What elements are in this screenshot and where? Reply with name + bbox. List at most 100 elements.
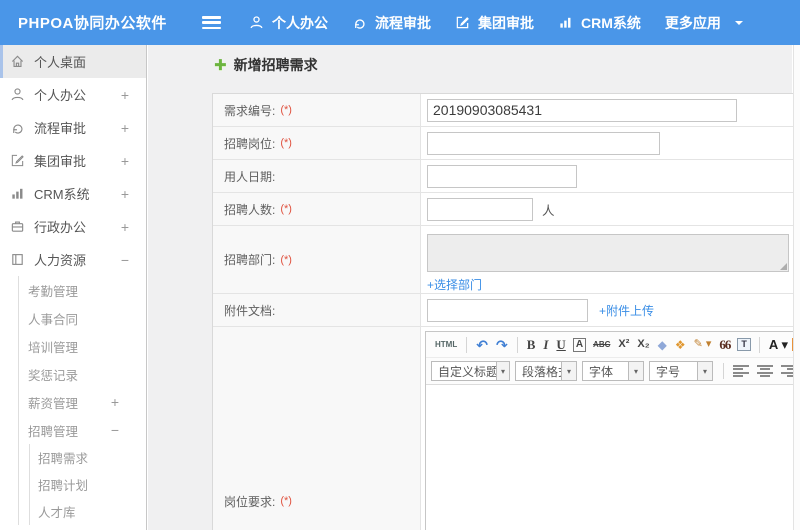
editor-remove-format-button[interactable]: ◆ xyxy=(654,339,671,351)
editor-paste-plain-button[interactable]: T xyxy=(737,338,751,351)
expand-icon[interactable]: + xyxy=(121,220,129,234)
position-input[interactable] xyxy=(427,131,660,155)
form-row-demand-no: 需求编号: (*) xyxy=(213,94,800,127)
form-row-requirements: 岗位要求: (*) HTML ↶ ↷ B I U A ABC X² X₂ ◆ ❖… xyxy=(213,327,800,530)
editor-italic-button[interactable]: I xyxy=(539,338,552,351)
editor-blockquote-button[interactable]: 66 xyxy=(715,338,734,351)
editor-source-code-button[interactable]: HTML xyxy=(431,340,461,349)
custom-heading-select[interactable]: 自定义标题 ▾ xyxy=(431,361,510,381)
sidebar-item-crm[interactable]: CRM系统 + xyxy=(0,177,146,210)
editor-toolbar-row2: 自定义标题 ▾ 段落格式 ▾ 字体 ▾ xyxy=(426,358,800,385)
editor-superscript-button[interactable]: X² xyxy=(614,339,633,350)
upload-attachment-link[interactable]: +附件上传 xyxy=(599,302,654,319)
expand-icon[interactable]: + xyxy=(111,395,119,409)
app-logo: PHPOA协同办公软件 xyxy=(18,15,167,32)
toolbar-separator xyxy=(516,336,518,353)
sidebar-item-label: 集团审批 xyxy=(34,154,87,169)
sidebar-item-attendance[interactable]: 考勤管理 xyxy=(19,276,146,304)
sidebar-item-training[interactable]: 培训管理 xyxy=(19,332,146,360)
sidebar-item-talent-pool[interactable]: 人才库 xyxy=(30,498,146,525)
field-label: 岗位要求: xyxy=(224,494,276,509)
nav-crm-system[interactable]: CRM系统 xyxy=(546,0,653,45)
nav-label: 集团审批 xyxy=(478,14,534,31)
sidebar-item-personal-office[interactable]: 个人办公 + xyxy=(0,78,146,111)
vertical-scrollbar[interactable] xyxy=(793,45,800,530)
editor-redo-button[interactable]: ↷ xyxy=(492,338,512,352)
expand-icon[interactable]: + xyxy=(121,187,129,201)
sidebar-item-salary[interactable]: 薪资管理 + xyxy=(19,388,146,416)
editor-undo-button[interactable]: ↶ xyxy=(472,338,492,352)
chevron-down-icon: ▾ xyxy=(495,362,509,380)
required-mark: (*) xyxy=(280,203,292,215)
sidebar-item-label: 个人办公 xyxy=(34,88,87,103)
expand-icon[interactable]: + xyxy=(121,154,129,168)
toolbar-separator xyxy=(758,336,760,353)
nav-personal-office[interactable]: 个人办公 xyxy=(237,0,340,45)
sidebar-item-rewards[interactable]: 奖惩记录 xyxy=(19,360,146,388)
select-department-link[interactable]: +选择部门 xyxy=(427,276,482,293)
editor-format-brush-button[interactable]: ❖ xyxy=(671,339,690,351)
editor-bold-button[interactable]: B xyxy=(523,338,540,351)
editor-scrawl-button[interactable]: ✎ ▾ xyxy=(690,339,716,350)
field-label: 用人日期: xyxy=(224,169,276,184)
headcount-input[interactable] xyxy=(427,197,533,221)
demand-no-input[interactable] xyxy=(427,98,737,122)
editor-font-color-button[interactable]: A ▾ xyxy=(765,338,792,351)
nav-more-apps[interactable]: 更多应用 xyxy=(653,0,755,45)
sidebar-item-personal-desktop[interactable]: 个人桌面 xyxy=(0,45,146,78)
expand-icon[interactable]: + xyxy=(121,121,129,135)
sidebar-item-label: 流程审批 xyxy=(34,121,87,136)
paragraph-format-select[interactable]: 段落格式 ▾ xyxy=(515,361,577,381)
sidebar-item-hr[interactable]: 人力资源 − xyxy=(0,243,146,276)
sidebar-item-label: 招聘计划 xyxy=(38,479,89,493)
form-row-attachment: 附件文档: +附件上传 xyxy=(213,294,800,327)
hr-submenu: 考勤管理 人事合同 培训管理 奖惩记录 薪资管理 + 招聘管理 − 招聘需求 招… xyxy=(18,276,146,525)
editor-strikethrough-button[interactable]: ABC xyxy=(589,340,614,349)
sidebar-item-label: 行政办公 xyxy=(34,220,87,235)
sidebar-item-recruit-demand[interactable]: 招聘需求 xyxy=(30,444,146,471)
align-center-icon[interactable] xyxy=(757,364,773,378)
font-size-select[interactable]: 字号 ▾ xyxy=(649,361,713,381)
editor-subscript-button[interactable]: X₂ xyxy=(633,339,653,350)
sidebar-item-label: 奖惩记录 xyxy=(28,368,79,383)
sidebar-item-flow-approval[interactable]: 流程审批 + xyxy=(0,111,146,144)
add-icon: ✚ xyxy=(214,57,227,74)
nav-label: 流程审批 xyxy=(375,14,431,31)
sidebar-item-label: 人事合同 xyxy=(28,312,79,327)
required-mark: (*) xyxy=(280,104,292,116)
sidebar-item-hr-contract[interactable]: 人事合同 xyxy=(19,304,146,332)
sidebar-item-group-approval[interactable]: 集团审批 + xyxy=(0,144,146,177)
editor-content-area[interactable] xyxy=(426,385,800,530)
sidebar-item-recruit-plan[interactable]: 招聘计划 xyxy=(30,471,146,498)
nav-group-approval[interactable]: 集团审批 xyxy=(443,0,546,45)
sidebar-item-recruit-mgmt[interactable]: 招聘管理 − xyxy=(19,416,146,444)
field-label: 招聘人数: xyxy=(224,202,276,217)
sidebar: 个人桌面 个人办公 + 流程审批 + 集团审批 + CRM系统 + 行政办公 + xyxy=(0,45,147,530)
briefcase-icon xyxy=(11,221,24,232)
collapse-icon[interactable]: − xyxy=(111,423,119,437)
recruit-submenu: 招聘需求 招聘计划 人才库 xyxy=(29,444,146,525)
sidebar-item-label: 人才库 xyxy=(38,506,76,520)
sidebar-item-admin-office[interactable]: 行政办公 + xyxy=(0,210,146,243)
nav-label: 更多应用 xyxy=(664,14,721,31)
resize-handle-icon[interactable] xyxy=(780,263,787,270)
font-family-select[interactable]: 字体 ▾ xyxy=(582,361,644,381)
expand-icon[interactable]: + xyxy=(121,88,129,102)
menu-toggle-icon[interactable] xyxy=(202,16,221,29)
align-left-icon[interactable] xyxy=(733,364,749,378)
recruit-demand-form: 需求编号: (*) 招聘岗位: (*) 用人日期: xyxy=(212,93,800,530)
form-row-position: 招聘岗位: (*) xyxy=(213,127,800,160)
hire-date-input[interactable] xyxy=(427,164,577,188)
attachment-input[interactable] xyxy=(427,298,588,322)
flow-approval-icon xyxy=(13,124,23,134)
chevron-down-icon: ▾ xyxy=(561,362,576,380)
editor-toolbar-row1: HTML ↶ ↷ B I U A ABC X² X₂ ◆ ❖ ✎ ▾ 66 T … xyxy=(426,332,800,358)
department-textarea[interactable] xyxy=(427,234,789,272)
editor-underline-button[interactable]: U xyxy=(552,338,569,351)
sidebar-item-label: 人力资源 xyxy=(34,253,87,268)
page-header: ✚ 新增招聘需求 xyxy=(214,54,318,76)
editor-char-border-button[interactable]: A xyxy=(572,337,587,352)
collapse-icon[interactable]: − xyxy=(121,253,129,267)
person-icon xyxy=(11,88,24,101)
nav-flow-approval[interactable]: 流程审批 xyxy=(340,0,443,45)
